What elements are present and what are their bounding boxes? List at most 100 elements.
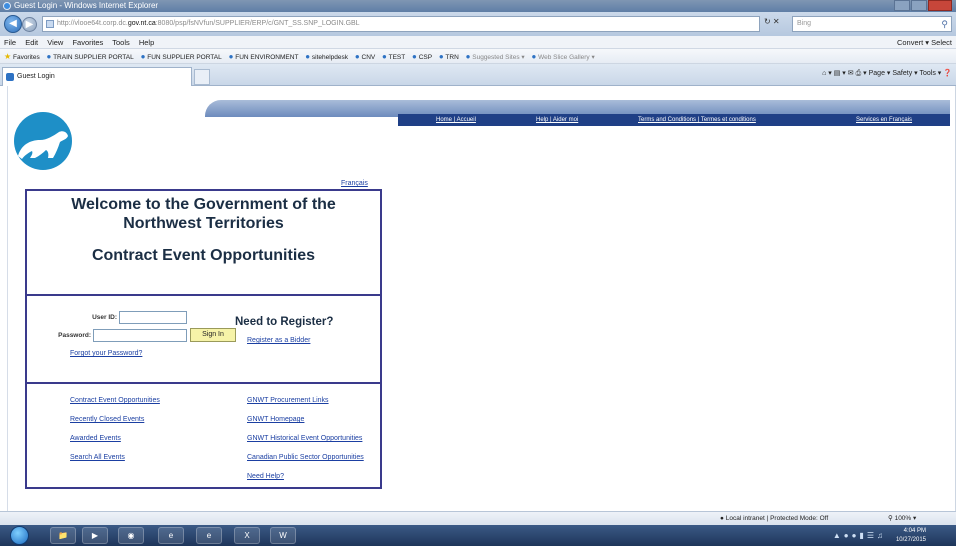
fav-fun-environment[interactable]: ● FUN ENVIRONMENT [229, 52, 299, 61]
status-bar: ● Local intranet | Protected Mode: Off ⚲… [0, 511, 956, 525]
gnwt-procurement-links-link[interactable]: GNWT Procurement Links [247, 397, 329, 404]
convert-select-tools[interactable]: Convert ▾ Select [897, 36, 952, 49]
fav-fun-supplier-portal[interactable]: ● FUN SUPPLIER PORTAL [140, 52, 222, 61]
back-button[interactable]: ◀ [4, 15, 22, 33]
nav-terms-link[interactable]: Terms and Conditions | Termes et conditi… [638, 114, 756, 126]
taskbar-ie2-icon[interactable]: e [196, 527, 222, 544]
search-all-events-link[interactable]: Search All Events [70, 454, 125, 461]
forward-button[interactable]: ▶ [22, 17, 37, 32]
forgot-password-link[interactable]: Forgot your Password? [70, 350, 142, 357]
favorites-bar: ★ Favorites ● TRAIN SUPPLIER PORTAL ● FU… [0, 49, 956, 64]
fav-link-icon: ● [382, 52, 387, 61]
windows-taskbar: 📁 ▶ ◉ e e X W ▲●●▮☰♫ 4:04 PM 10/27/2015 [0, 525, 956, 546]
clock-time: 4:04 PM [903, 528, 926, 534]
fav-link-icon: ● [46, 52, 52, 61]
fav-web-slice-gallery[interactable]: ● Web Slice Gallery ▾ [531, 52, 594, 61]
help-icon[interactable]: ❓ [943, 70, 952, 77]
mail-icon[interactable]: ✉ [848, 70, 854, 77]
minimize-icon[interactable] [894, 0, 910, 11]
fav-train-supplier-portal[interactable]: ● TRAIN SUPPLIER PORTAL [46, 52, 134, 61]
menu-bar: File Edit View Favorites Tools Help Conv… [0, 36, 956, 49]
url-host-start: vlooe64t.corp.dc. [74, 20, 128, 27]
system-clock[interactable]: 4:04 PM 10/27/2015 [896, 525, 926, 545]
address-input[interactable]: http://vlooe64t.corp.dc.gov.nt.ca:8080/p… [42, 16, 760, 32]
taskbar-media-icon[interactable]: ▶ [82, 527, 108, 544]
fav-sitehelpdesk[interactable]: ● sitehelpdesk [305, 52, 348, 61]
gnwt-homepage-link[interactable]: GNWT Homepage [247, 416, 304, 423]
recently-closed-events-link[interactable]: Recently Closed Events [70, 416, 144, 423]
intranet-icon: ● [720, 515, 724, 522]
gnwt-historical-events-link[interactable]: GNWT Historical Event Opportunities [247, 435, 362, 442]
francais-link[interactable]: Français [341, 180, 368, 187]
fav-trn[interactable]: ● TRN [439, 52, 459, 61]
fav-test[interactable]: ● TEST [382, 52, 405, 61]
fav-link-icon: ● [465, 52, 471, 61]
menu-view[interactable]: View [47, 38, 63, 47]
favorites-star-icon[interactable]: ★ [4, 52, 11, 61]
menu-file[interactable]: File [4, 38, 16, 47]
fav-link-icon: ● [140, 52, 146, 61]
welcome-heading: Welcome to the Government of the Northwe… [27, 195, 380, 233]
search-icon[interactable]: ⚲ [941, 17, 948, 31]
page-menu[interactable]: Page ▾ [869, 70, 891, 77]
fav-cnv[interactable]: ● CNV [354, 52, 375, 61]
search-input[interactable]: Bing ⚲ [792, 16, 952, 32]
nav-help-link[interactable]: Help | Aider moi [536, 114, 578, 126]
user-id-label: User ID: [92, 314, 117, 321]
page-content: Home | Accueil Help | Aider moi Terms an… [0, 86, 956, 511]
taskbar-excel-icon[interactable]: X [234, 527, 260, 544]
favorites-button[interactable]: Favorites [13, 54, 40, 61]
password-input[interactable] [93, 329, 187, 342]
taskbar-word-icon[interactable]: W [270, 527, 296, 544]
fav-link-icon: ● [531, 52, 537, 61]
print-icon[interactable]: ⎙ [856, 70, 862, 77]
home-icon[interactable]: ⌂ [822, 70, 826, 77]
need-help-link[interactable]: Need Help? [247, 473, 284, 480]
safety-menu[interactable]: Safety ▾ [892, 70, 917, 77]
welcome-panel: Welcome to the Government of the Northwe… [25, 189, 382, 296]
maximize-icon[interactable] [911, 0, 927, 11]
ie-logo-icon [3, 2, 11, 10]
tab-page-icon [6, 73, 14, 81]
clock-date: 10/27/2015 [895, 537, 926, 543]
tools-menu[interactable]: Tools ▾ [920, 70, 942, 77]
zoom-level[interactable]: ⚲ 100% ▾ [888, 512, 916, 525]
menu-tools[interactable]: Tools [112, 38, 130, 47]
fav-link-icon: ● [412, 52, 417, 61]
taskbar-firefox-icon[interactable]: ◉ [118, 527, 144, 544]
taskbar-folder-icon[interactable]: 📁 [50, 527, 76, 544]
contract-event-opportunities-link[interactable]: Contract Event Opportunities [70, 397, 160, 404]
command-bar: Guest Login ⌂ ▾ ▤ ▾ ✉ ⎙ ▾ Page ▾ Safety … [0, 64, 956, 86]
menu-edit[interactable]: Edit [25, 38, 38, 47]
fav-csp[interactable]: ● CSP [412, 52, 432, 61]
taskbar-ie-icon[interactable]: e [158, 527, 184, 544]
tab-guest-login[interactable]: Guest Login [2, 67, 192, 86]
window-title: Guest Login - Windows Internet Explorer [14, 1, 159, 10]
close-icon[interactable] [928, 0, 952, 11]
new-tab-button[interactable] [194, 69, 210, 85]
menu-favorites[interactable]: Favorites [72, 38, 103, 47]
register-heading: Need to Register? [235, 316, 334, 328]
canadian-public-sector-link[interactable]: Canadian Public Sector Opportunities [247, 454, 364, 461]
user-id-input[interactable] [119, 311, 187, 324]
system-tray-icons[interactable]: ▲●●▮☰♫ [833, 531, 886, 540]
start-button[interactable] [10, 526, 29, 545]
window-title-bar: Guest Login - Windows Internet Explorer [0, 0, 956, 12]
register-bidder-link[interactable]: Register as a Bidder [247, 337, 310, 344]
zoom-icon: ⚲ [888, 515, 893, 522]
fav-link-icon: ● [354, 52, 360, 61]
fav-suggested-sites[interactable]: ● Suggested Sites ▾ [465, 52, 525, 61]
nav-home-link[interactable]: Home | Accueil [436, 114, 476, 126]
sign-in-button[interactable]: Sign In [190, 328, 236, 342]
refresh-stop-icons[interactable]: ↻ ✕ [764, 17, 780, 26]
login-panel: User ID: Password: Sign In Forgot your P… [25, 294, 382, 384]
url-prefix: http:// [57, 20, 75, 27]
nav-french-services-link[interactable]: Services en Français [856, 114, 912, 126]
menu-help[interactable]: Help [139, 38, 154, 47]
awarded-events-link[interactable]: Awarded Events [70, 435, 121, 442]
header-nav: Home | Accueil Help | Aider moi Terms an… [398, 114, 950, 126]
feeds-icon[interactable]: ▤ [834, 70, 841, 77]
security-zone: ● Local intranet | Protected Mode: Off [720, 515, 829, 522]
welcome-line1: Welcome to the Government of the [71, 196, 336, 213]
address-bar-row: ◀ ▶ http://vlooe64t.corp.dc.gov.nt.ca:80… [0, 12, 956, 36]
